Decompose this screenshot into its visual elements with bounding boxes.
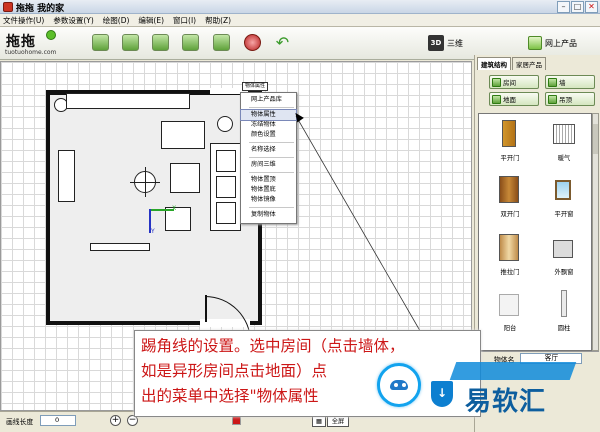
- watermark-stripe: [449, 362, 577, 380]
- watermark-text: 易软汇: [465, 387, 547, 417]
- zoom-in-button[interactable]: +: [110, 415, 121, 426]
- catalog-item-column[interactable]: 圆柱: [539, 286, 589, 340]
- double-door-icon: [499, 176, 519, 203]
- room-icon: [492, 77, 501, 87]
- tab-building-structure[interactable]: 建筑结构: [477, 57, 511, 70]
- wall-length-field[interactable]: 0: [40, 415, 76, 426]
- catalog-item-double-door[interactable]: 双开门: [485, 172, 535, 226]
- catalog-item-swing-door[interactable]: 平开门: [485, 116, 535, 170]
- swing-door-icon: [502, 120, 516, 147]
- mascot-eye: [394, 383, 398, 387]
- panel-tabs: 建筑结构 家居产品: [477, 57, 547, 70]
- window-icon: [555, 180, 571, 200]
- column-icon: [561, 290, 567, 317]
- catalog-item-label: 推拉门: [500, 269, 520, 276]
- wall-button-label: 墙: [559, 79, 566, 87]
- caption-line-1: 踢角线的设置。选中房间（点击墙体，: [141, 337, 405, 355]
- floor-button-label: 地面: [503, 96, 516, 104]
- catalog-item-label: 外飘窗: [554, 269, 574, 276]
- bay-window-icon: [553, 240, 573, 258]
- catalog-item-casement-window[interactable]: 平开窗: [539, 172, 589, 226]
- catalog-scrollbar[interactable]: [592, 113, 599, 351]
- mascot-eye: [402, 383, 406, 387]
- color-swatch-icon[interactable]: [232, 416, 241, 425]
- catalog-item-bay-window[interactable]: 外飘窗: [539, 230, 589, 284]
- component-catalog: 平开门 暖气 双开门 平开窗 推拉门 外飘窗 阳台 圆柱: [478, 113, 592, 351]
- ceiling-button-label: 吊顶: [559, 96, 572, 104]
- catalog-item-label: 圆柱: [557, 325, 571, 332]
- floor-button[interactable]: 地面: [489, 92, 539, 106]
- structure-buttons: 房间 墙 地面 吊顶: [489, 75, 597, 106]
- catalog-item-label: 阳台: [503, 325, 517, 332]
- scroll-thumb[interactable]: [593, 124, 598, 154]
- balcony-icon: [499, 294, 519, 316]
- catalog-item-balcony[interactable]: 阳台: [485, 286, 535, 340]
- room-button[interactable]: 房间: [489, 75, 539, 89]
- catalog-item-sliding-door[interactable]: 推拉门: [485, 230, 535, 284]
- wall-icon: [548, 77, 557, 87]
- catalog-item-label: 暖气: [557, 155, 571, 162]
- ceiling-icon: [548, 94, 557, 104]
- wall-button[interactable]: 墙: [545, 75, 595, 89]
- watermark-logo: ↓ 易软汇: [373, 361, 600, 432]
- sliding-door-icon: [499, 234, 519, 261]
- wall-length-label: 画线长度: [6, 418, 34, 426]
- floor-icon: [492, 94, 501, 104]
- radiator-icon: [553, 124, 575, 144]
- fullscreen-button[interactable]: 全屏: [327, 416, 349, 427]
- tab-home-products[interactable]: 家居产品: [512, 57, 546, 70]
- catalog-item-label: 平开窗: [554, 211, 574, 218]
- catalog-item-label: 平开门: [500, 155, 520, 162]
- ceiling-button[interactable]: 吊顶: [545, 92, 595, 106]
- catalog-item-label: 双开门: [500, 211, 520, 218]
- grid-toggle-button[interactable]: ▦: [312, 416, 326, 427]
- watermark-mascot-icon: [377, 363, 421, 407]
- room-button-label: 房间: [503, 79, 516, 87]
- catalog-item-radiator[interactable]: 暖气: [539, 116, 589, 170]
- shield-icon: ↓: [431, 381, 453, 407]
